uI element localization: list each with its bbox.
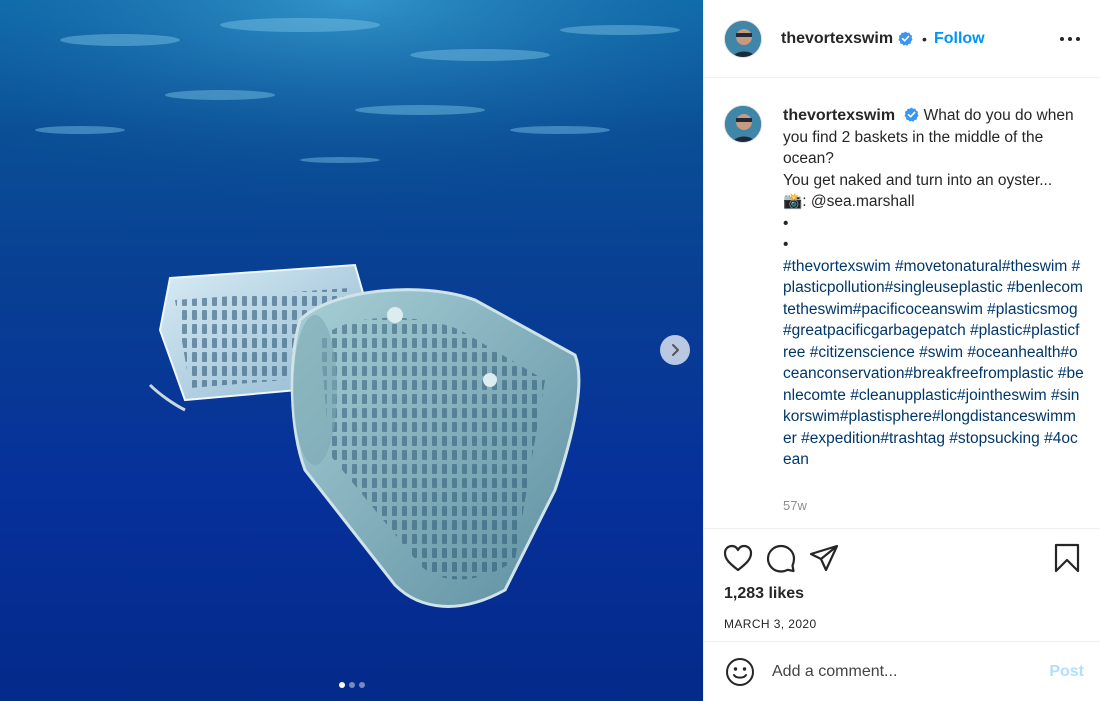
verified-badge-icon	[904, 107, 919, 122]
caption-bullet: •	[783, 236, 789, 253]
emoji-button[interactable]	[724, 656, 756, 688]
post-side-panel: thevortexswim • Follow thevortexswim Wha…	[703, 0, 1100, 701]
post-media[interactable]	[0, 0, 703, 701]
username[interactable]: thevortexswim	[781, 30, 893, 48]
comment-input[interactable]	[772, 662, 1050, 681]
smiley-icon	[726, 657, 754, 686]
follow-button[interactable]: Follow	[934, 30, 985, 48]
like-button[interactable]	[721, 541, 755, 575]
add-comment-bar: Post	[704, 641, 1100, 701]
comment-button[interactable]	[764, 541, 798, 575]
avatar[interactable]	[724, 105, 762, 143]
caption-body: thevortexswim What do you do when you fi…	[783, 105, 1084, 516]
photo-credit: 📸: @sea.marshall	[783, 193, 915, 210]
more-options-icon	[1060, 36, 1080, 41]
bookmark-icon	[1054, 543, 1080, 573]
share-button[interactable]	[807, 541, 841, 575]
paper-plane-icon	[809, 544, 839, 572]
save-button[interactable]	[1050, 541, 1084, 575]
carousel-dot	[348, 682, 355, 688]
post-container: thevortexswim • Follow thevortexswim Wha…	[0, 0, 1100, 701]
caption-text-2: You get naked and turn into an oyster...	[783, 171, 1053, 189]
underwater-photo	[0, 0, 703, 608]
likes-count[interactable]: 1,283 likes	[724, 585, 1084, 603]
next-image-button[interactable]	[660, 335, 690, 365]
caption: thevortexswim What do you do when you fi…	[724, 105, 1084, 516]
post-date: MARCH 3, 2020	[724, 617, 817, 631]
header-separator: •	[922, 30, 927, 47]
time-ago: 57w	[783, 497, 807, 513]
hashtags[interactable]: #thevortexswim #movetonatural#theswim #p…	[783, 256, 1084, 471]
caption-first-line: thevortexswim What do you do when you fi…	[783, 105, 1084, 170]
basket-encrusted	[290, 288, 581, 608]
caption-username[interactable]: thevortexswim	[783, 107, 895, 124]
avatar[interactable]	[724, 19, 762, 58]
caption-bullet: •	[783, 214, 789, 232]
heart-icon	[723, 544, 753, 572]
comment-bubble-icon	[766, 544, 796, 573]
action-section: 1,283 likes MARCH 3, 2020	[704, 528, 1100, 631]
action-bar	[721, 529, 1084, 587]
more-options-button[interactable]	[1056, 29, 1084, 49]
chevron-right-icon	[672, 344, 679, 356]
post-comment-button[interactable]: Post	[1049, 663, 1084, 681]
carousel-dot	[358, 682, 365, 688]
post-header: thevortexswim • Follow	[704, 0, 1100, 78]
carousel-dot	[338, 682, 345, 688]
comments-area[interactable]: thevortexswim What do you do when you fi…	[704, 79, 1100, 528]
carousel-indicator	[0, 682, 703, 688]
verified-badge-icon	[898, 31, 913, 46]
